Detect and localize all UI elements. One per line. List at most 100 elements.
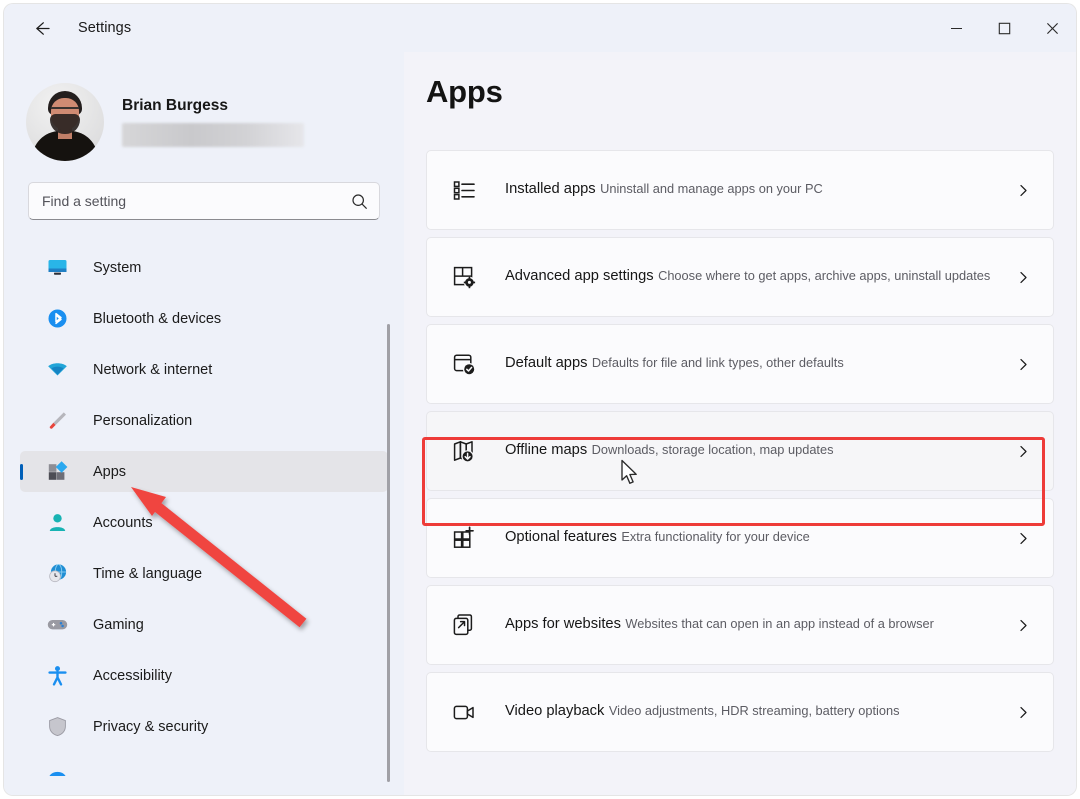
chevron-right-icon[interactable] bbox=[1015, 530, 1031, 546]
sidebar-item-network-internet[interactable]: Network & internet bbox=[20, 349, 388, 390]
wifi-icon bbox=[46, 359, 68, 381]
account-name: Brian Burgess bbox=[122, 97, 228, 114]
account-text: Brian Burgess bbox=[122, 97, 304, 147]
back-arrow-icon bbox=[35, 21, 50, 35]
settings-card-list: Installed apps Uninstall and manage apps… bbox=[426, 150, 1054, 795]
card-text: Offline maps Downloads, storage location… bbox=[505, 441, 834, 461]
grid-plus-icon bbox=[449, 523, 479, 553]
card-apps-for-websites[interactable]: Apps for websites Websites that can open… bbox=[426, 585, 1054, 665]
sidebar-scrollbar[interactable] bbox=[387, 324, 390, 782]
search-input[interactable] bbox=[29, 183, 379, 219]
sidebar-item-label: Bluetooth & devices bbox=[93, 310, 222, 327]
settings-window: Settings Brian Burgess Find a setting Sy… bbox=[4, 4, 1076, 795]
sidebar-item-label: System bbox=[93, 259, 142, 276]
chevron-right-icon[interactable] bbox=[1015, 182, 1031, 198]
apps-blocks-icon bbox=[46, 461, 68, 483]
card-subtitle: Defaults for file and link types, other … bbox=[591, 355, 844, 371]
window-title: Settings bbox=[78, 20, 132, 36]
sidebar-item-apps[interactable]: Apps bbox=[20, 451, 388, 492]
shield-icon bbox=[46, 716, 68, 738]
monitor-icon bbox=[46, 257, 68, 279]
card-text: Optional features Extra functionality fo… bbox=[505, 528, 810, 548]
clock-globe-icon bbox=[46, 563, 68, 585]
title-bar: Settings bbox=[4, 4, 1076, 52]
card-default-apps[interactable]: Default apps Defaults for file and link … bbox=[426, 324, 1054, 404]
map-download-icon bbox=[449, 436, 479, 466]
card-video-playback[interactable]: Video playback Video adjustments, HDR st… bbox=[426, 672, 1054, 752]
sidebar-nav-list: System Bluetooth & devices Network & int… bbox=[4, 247, 404, 795]
sidebar-item-label: Gaming bbox=[93, 616, 144, 633]
card-optional-features[interactable]: Optional features Extra functionality fo… bbox=[426, 498, 1054, 578]
app-gear-icon bbox=[449, 262, 479, 292]
card-subtitle: Downloads, storage location, map updates bbox=[591, 442, 834, 458]
chevron-right-icon[interactable] bbox=[1015, 617, 1031, 633]
chevron-right-icon[interactable] bbox=[1015, 269, 1031, 285]
sidebar-item-time-language[interactable]: Time & language bbox=[20, 553, 388, 594]
search-icon[interactable] bbox=[347, 189, 371, 213]
sidebar-item-label: Time & language bbox=[93, 565, 203, 582]
avatar bbox=[26, 83, 104, 161]
sidebar-item-bluetooth-devices[interactable]: Bluetooth & devices bbox=[20, 298, 388, 339]
close-button[interactable] bbox=[1028, 4, 1076, 52]
sidebar-item-system[interactable]: System bbox=[20, 247, 388, 288]
card-title: Installed apps bbox=[505, 181, 596, 198]
external-link-icon bbox=[449, 610, 479, 640]
sidebar-item-personalization[interactable]: Personalization bbox=[20, 400, 388, 441]
sidebar-item-label: Network & internet bbox=[93, 361, 213, 378]
card-subtitle: Extra functionality for your device bbox=[621, 529, 810, 545]
gamepad-icon bbox=[46, 614, 68, 636]
sidebar-item-accounts[interactable]: Accounts bbox=[20, 502, 388, 543]
minimize-icon bbox=[950, 27, 962, 29]
chevron-right-icon[interactable] bbox=[1015, 356, 1031, 372]
close-icon bbox=[1046, 22, 1058, 34]
card-title: Apps for websites bbox=[505, 616, 621, 633]
card-installed-apps[interactable]: Installed apps Uninstall and manage apps… bbox=[426, 150, 1054, 230]
card-title: Default apps bbox=[505, 355, 588, 372]
back-button[interactable] bbox=[24, 11, 58, 45]
sidebar-item-label: Apps bbox=[93, 463, 127, 480]
maximize-button[interactable] bbox=[980, 4, 1028, 52]
card-title: Offline maps bbox=[505, 442, 588, 459]
sidebar-item-windows-update[interactable] bbox=[20, 757, 388, 795]
page-title: Apps bbox=[426, 74, 503, 109]
paintbrush-icon bbox=[46, 410, 68, 432]
card-title: Optional features bbox=[505, 529, 617, 546]
chevron-right-icon[interactable] bbox=[1015, 443, 1031, 459]
list-bullets-icon bbox=[449, 175, 479, 205]
account-row[interactable]: Brian Burgess bbox=[4, 52, 404, 170]
card-text: Video playback Video adjustments, HDR st… bbox=[505, 702, 900, 722]
chevron-right-icon[interactable] bbox=[1015, 704, 1031, 720]
minimize-button[interactable] bbox=[932, 4, 980, 52]
account-email-redacted bbox=[122, 123, 304, 147]
update-icon bbox=[46, 767, 68, 789]
card-advanced-app-settings[interactable]: Advanced app settings Choose where to ge… bbox=[426, 237, 1054, 317]
card-text: Apps for websites Websites that can open… bbox=[505, 615, 934, 635]
video-camera-icon bbox=[449, 697, 479, 727]
card-text: Default apps Defaults for file and link … bbox=[505, 354, 844, 374]
card-subtitle: Websites that can open in an app instead… bbox=[625, 616, 934, 632]
card-title: Video playback bbox=[505, 703, 605, 720]
card-offline-maps[interactable]: Offline maps Downloads, storage location… bbox=[426, 411, 1054, 491]
person-icon bbox=[46, 512, 68, 534]
sidebar-item-accessibility[interactable]: Accessibility bbox=[20, 655, 388, 696]
sidebar-item-label: Accounts bbox=[93, 514, 153, 531]
sidebar: Brian Burgess Find a setting System Blue… bbox=[4, 52, 404, 795]
window-controls bbox=[932, 4, 1076, 52]
card-text: Installed apps Uninstall and manage apps… bbox=[505, 180, 823, 200]
bluetooth-icon bbox=[46, 308, 68, 330]
maximize-icon bbox=[998, 22, 1010, 34]
search-box[interactable] bbox=[28, 182, 380, 220]
card-text: Advanced app settings Choose where to ge… bbox=[505, 267, 990, 287]
card-subtitle: Choose where to get apps, archive apps, … bbox=[658, 268, 991, 284]
window-check-icon bbox=[449, 349, 479, 379]
sidebar-item-gaming[interactable]: Gaming bbox=[20, 604, 388, 645]
card-subtitle: Video adjustments, HDR streaming, batter… bbox=[608, 703, 900, 719]
sidebar-item-label: Personalization bbox=[93, 412, 193, 429]
search-wrap bbox=[4, 170, 404, 220]
sidebar-item-privacy-security[interactable]: Privacy & security bbox=[20, 706, 388, 747]
sidebar-item-label: Accessibility bbox=[93, 667, 172, 684]
card-title: Advanced app settings bbox=[505, 268, 654, 285]
accessibility-icon bbox=[46, 665, 68, 687]
card-subtitle: Uninstall and manage apps on your PC bbox=[600, 181, 823, 197]
main-content: Apps Installed apps Uninstall and manage… bbox=[404, 52, 1076, 795]
